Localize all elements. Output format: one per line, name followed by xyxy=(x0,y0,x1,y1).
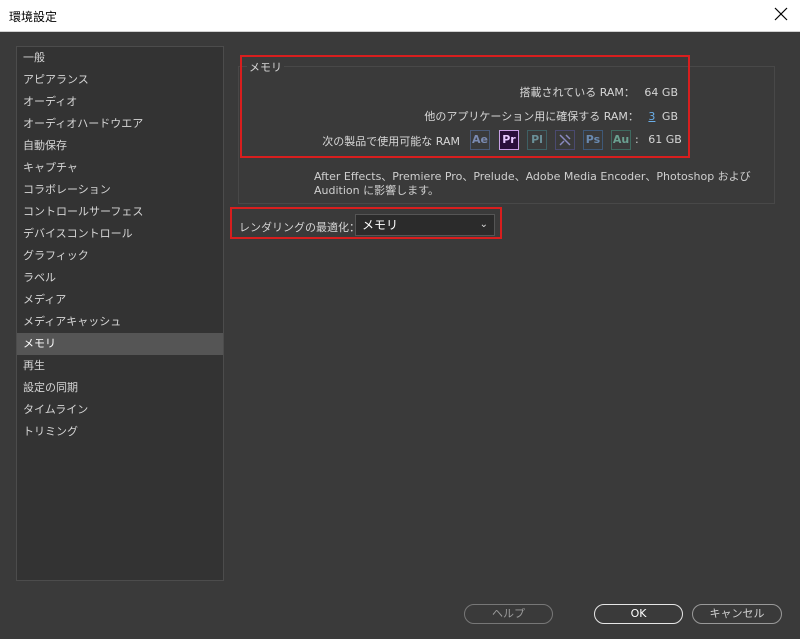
available-ram-value-row: : 61 GB xyxy=(635,133,682,146)
sidebar-item-media-cache[interactable]: メディアキャッシュ xyxy=(17,311,223,333)
cancel-button[interactable]: キャンセル xyxy=(692,604,782,624)
sidebar-item-timeline[interactable]: タイムライン xyxy=(17,399,223,421)
help-button[interactable]: ヘルプ xyxy=(464,604,553,624)
available-ram-label-row: 次の製品で使用可能な RAM xyxy=(322,133,460,149)
close-icon[interactable] xyxy=(772,5,790,23)
sidebar-item-appearance[interactable]: アピアランス xyxy=(17,69,223,91)
ok-button[interactable]: OK xyxy=(594,604,683,624)
title-bar: 環境設定 xyxy=(0,0,800,32)
installed-ram-value: 64 GB xyxy=(644,86,678,99)
render-optimization-label: レンダリングの最適化： xyxy=(239,221,360,234)
sidebar-item-general[interactable]: 一般 xyxy=(17,47,223,69)
audition-icon: Au xyxy=(611,130,631,150)
sidebar-item-memory[interactable]: メモリ xyxy=(17,333,223,355)
premiere-pro-icon: Pr xyxy=(499,130,519,150)
media-encoder-icon xyxy=(555,130,575,150)
sidebar-item-playback[interactable]: 再生 xyxy=(17,355,223,377)
sidebar-item-audio-hardware[interactable]: オーディオハードウエア xyxy=(17,113,223,135)
reserved-ram-label: 他のアプリケーション用に確保する RAM： xyxy=(424,110,639,123)
sidebar-item-graphics[interactable]: グラフィック xyxy=(17,245,223,267)
chevron-down-icon: ⌄ xyxy=(479,219,488,230)
available-ram-value: 61 GB xyxy=(648,133,682,146)
after-effects-icon: Ae xyxy=(470,130,490,150)
colon-separator: : xyxy=(635,133,639,146)
sidebar-item-device-control[interactable]: デバイスコントロール xyxy=(17,223,223,245)
sidebar-item-audio[interactable]: オーディオ xyxy=(17,91,223,113)
sidebar-item-control-surface[interactable]: コントロールサーフェス xyxy=(17,201,223,223)
reserved-ram-value[interactable]: 3 xyxy=(648,110,655,123)
prelude-icon: Pl xyxy=(527,130,547,150)
sidebar-item-trim[interactable]: トリミング xyxy=(17,421,223,443)
sidebar-item-media[interactable]: メディア xyxy=(17,289,223,311)
sidebar-item-collaboration[interactable]: コラボレーション xyxy=(17,179,223,201)
sidebar-item-sync-settings[interactable]: 設定の同期 xyxy=(17,377,223,399)
available-ram-label: 次の製品で使用可能な RAM xyxy=(322,135,460,148)
installed-ram-label: 搭載されている RAM： xyxy=(519,86,635,99)
reserved-ram-row: 他のアプリケーション用に確保する RAM： 3 GB xyxy=(424,108,678,124)
sidebar-item-auto-save[interactable]: 自動保存 xyxy=(17,135,223,157)
preferences-dialog: 一般 アピアランス オーディオ オーディオハードウエア 自動保存 キャプチャ コ… xyxy=(0,32,800,639)
installed-ram-row: 搭載されている RAM： 64 GB xyxy=(520,84,678,100)
window-title: 環境設定 xyxy=(9,10,58,24)
render-optimization-value: メモリ xyxy=(362,218,399,232)
photoshop-icon: Ps xyxy=(583,130,603,150)
render-optimization-select[interactable]: メモリ ⌄ xyxy=(355,214,495,236)
reserved-ram-unit: GB xyxy=(661,110,678,123)
category-list: 一般 アピアランス オーディオ オーディオハードウエア 自動保存 キャプチャ コ… xyxy=(16,46,224,581)
app-icons: Ae Pr Pl Ps Au xyxy=(470,130,640,150)
affected-apps-description: After Effects、Premiere Pro、Prelude、Adobe… xyxy=(314,170,751,197)
sidebar-item-capture[interactable]: キャプチャ xyxy=(17,157,223,179)
sidebar-item-labels[interactable]: ラベル xyxy=(17,267,223,289)
